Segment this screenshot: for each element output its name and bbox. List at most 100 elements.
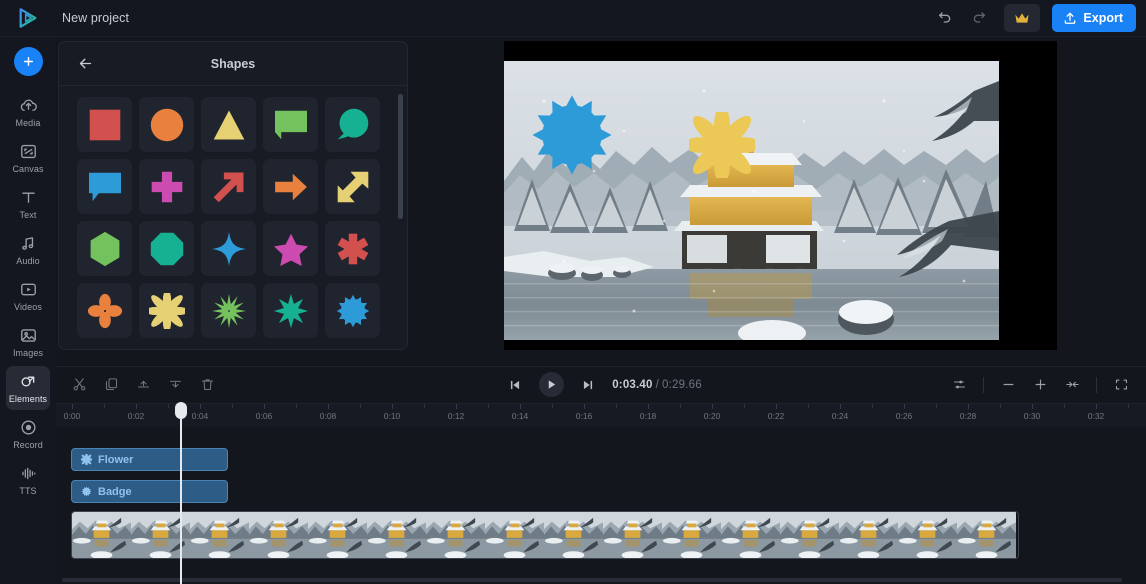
delete-button[interactable] [192, 371, 222, 399]
shape-octagon[interactable] [139, 221, 194, 276]
filmstrip-frame [485, 512, 544, 558]
shape-triangle[interactable] [201, 97, 256, 152]
sidebar-item-text[interactable]: Text [6, 182, 50, 226]
shape-speech-bubble-round[interactable] [325, 97, 380, 152]
sidebar-item-label: TTS [19, 486, 37, 496]
elements-icon [20, 376, 34, 387]
undo-button[interactable] [930, 4, 960, 32]
timeline-horizontal-scrollbar[interactable] [62, 578, 1122, 582]
filmstrip-frame [72, 512, 131, 558]
shape-square[interactable] [77, 97, 132, 152]
export-label: Export [1083, 11, 1123, 25]
star-eight-petal-icon [148, 292, 185, 329]
sidebar-item-label: Audio [16, 256, 40, 266]
shapes-panel-title: Shapes [210, 56, 256, 71]
shape-arrow-diagonal[interactable] [201, 159, 256, 214]
sidebar-item-canvas[interactable]: Canvas [6, 136, 50, 180]
undo-icon [939, 12, 951, 23]
shapes-panel-scrollbar[interactable] [398, 94, 403, 219]
project-title[interactable]: New project [62, 11, 129, 25]
arrow-double-diagonal-icon [337, 171, 368, 202]
ruler-tick-minor [936, 404, 937, 408]
shape-badge-twelve[interactable] [325, 283, 380, 338]
shape-hexagon[interactable] [77, 221, 132, 276]
clip-badge[interactable]: Badge [71, 480, 228, 503]
badge-icon [81, 486, 92, 497]
redo-button[interactable] [964, 4, 994, 32]
filmstrip-frame [308, 512, 367, 558]
filmstrip-frame [603, 512, 662, 558]
shape-star-eight-point[interactable] [263, 283, 318, 338]
duplicate-button[interactable] [96, 371, 126, 399]
playhead-handle[interactable] [175, 402, 187, 419]
shape-star-eight-petal[interactable] [139, 283, 194, 338]
toolbar-divider [1096, 376, 1097, 393]
sidebar-item-elements[interactable]: Elements [6, 366, 50, 410]
upgrade-button[interactable] [1004, 4, 1041, 32]
shape-speech-tag-right[interactable] [263, 97, 318, 152]
ruler-label: 0:10 [383, 411, 401, 421]
zoom-in-button[interactable] [1025, 371, 1055, 399]
square-icon [89, 109, 120, 140]
ruler-label: 0:18 [639, 411, 657, 421]
shape-cross[interactable] [139, 159, 194, 214]
shape-flower-four-petal[interactable] [77, 283, 132, 338]
sidebar-item-tts[interactable]: TTS [6, 458, 50, 502]
circle-icon [150, 108, 183, 141]
ruler-tick-minor [232, 404, 233, 408]
fullscreen-button[interactable] [1106, 371, 1136, 399]
ruler-label: 0:32 [1087, 411, 1105, 421]
fit-timeline-button[interactable] [1057, 371, 1087, 399]
sidebar-item-media[interactable]: Media [6, 90, 50, 134]
shape-star-five-point[interactable] [263, 221, 318, 276]
timeline-edit-tools [56, 371, 222, 399]
timeline-view-tools [944, 371, 1146, 399]
export-button[interactable]: Export [1052, 4, 1136, 32]
shape-arrow-right[interactable] [263, 159, 318, 214]
split-button[interactable] [64, 371, 94, 399]
next-frame-button[interactable] [573, 371, 603, 399]
shape-arrow-double-diagonal[interactable] [325, 159, 380, 214]
shape-burst-twelve[interactable] [201, 283, 256, 338]
add-button[interactable] [13, 47, 43, 76]
shape-star-four-point[interactable] [201, 221, 256, 276]
filmstrip-frame [249, 512, 308, 558]
back-button[interactable] [75, 54, 95, 74]
timeline-ruler[interactable]: 0:00 0:02 0:04 0:06 0:08 0:10 0:12 0:14 0:16 0:18… [56, 403, 1146, 427]
clip-flower[interactable]: Flower [71, 448, 228, 471]
hexagon-icon [90, 231, 119, 266]
overlay-badge-shape[interactable] [528, 91, 616, 179]
ruler-label: 0:02 [127, 411, 145, 421]
trim-start-button[interactable] [128, 371, 158, 399]
ruler-tick-minor [1128, 404, 1129, 408]
shape-speech-bubble-square[interactable] [77, 159, 132, 214]
ruler-tick [456, 404, 457, 409]
filmstrip-frame [839, 512, 898, 558]
app-logo[interactable] [0, 7, 56, 29]
video-preview[interactable] [504, 41, 1057, 350]
delete-trash-icon [201, 379, 213, 391]
video-icon [20, 283, 36, 296]
sidebar-item-audio[interactable]: Audio [6, 228, 50, 272]
shape-circle[interactable] [139, 97, 194, 152]
track-settings-button[interactable] [944, 371, 974, 399]
sidebar-item-videos[interactable]: Videos [6, 274, 50, 318]
ruler-tick-minor [168, 404, 169, 408]
sidebar-item-record[interactable]: Record [6, 412, 50, 456]
star-five-point-icon [273, 233, 308, 266]
badge-twelve-icon [336, 294, 369, 327]
ruler-label: 0:20 [703, 411, 721, 421]
arrow-left-icon [79, 58, 91, 69]
shape-asterisk[interactable] [325, 221, 380, 276]
zoom-out-button[interactable] [993, 371, 1023, 399]
previous-frame-button[interactable] [500, 371, 530, 399]
ruler-tick-minor [616, 404, 617, 408]
ruler-tick-minor [424, 404, 425, 408]
video-clip-filmstrip[interactable] [71, 511, 1019, 559]
trim-end-button[interactable] [160, 371, 190, 399]
timeline-playhead[interactable] [175, 402, 187, 584]
sidebar-item-images[interactable]: Images [6, 320, 50, 364]
ruler-tick [392, 404, 393, 409]
overlay-flower-shape[interactable] [689, 112, 755, 178]
play-button[interactable] [539, 372, 565, 397]
